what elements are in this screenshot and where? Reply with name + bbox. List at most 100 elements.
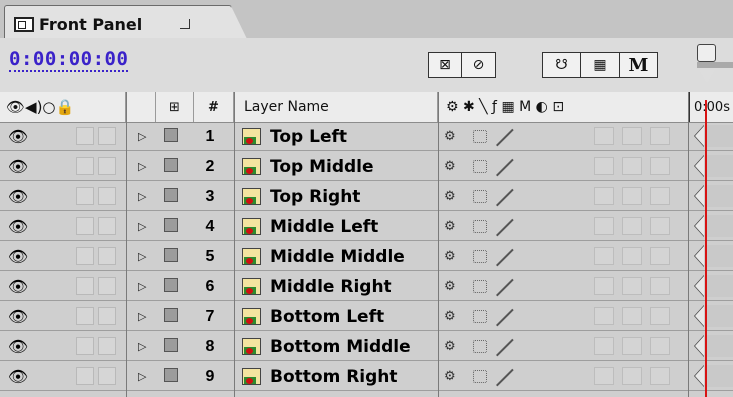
adjustment-switch[interactable] — [650, 367, 670, 385]
twirl-arrow-icon[interactable]: ▷ — [138, 123, 152, 150]
audio-switch[interactable] — [76, 217, 94, 235]
motion-blur-switch[interactable] — [622, 127, 642, 145]
shy-switch-icon[interactable]: ⚙ — [444, 333, 456, 360]
layer-row[interactable]: 👁 ▷ 7 Bottom Left ⚙ — [0, 303, 733, 331]
twirl-arrow-icon[interactable]: ▷ — [138, 363, 152, 390]
audio-switch[interactable] — [76, 367, 94, 385]
layer-name[interactable]: Top Right — [270, 183, 438, 210]
lock-switch[interactable] — [98, 187, 116, 205]
collapse-switch[interactable] — [473, 190, 487, 203]
layer-name[interactable]: Bottom Middle — [270, 333, 438, 360]
adjustment-switch[interactable] — [650, 277, 670, 295]
eye-icon[interactable]: 👁 — [8, 273, 28, 300]
motion-blur-switch[interactable] — [622, 337, 642, 355]
frame-blend-switch[interactable] — [594, 217, 614, 235]
motion-blur-button[interactable]: M — [620, 52, 658, 78]
layer-row[interactable]: 👁 ▷ 6 Middle Right ⚙ — [0, 273, 733, 301]
label-header[interactable] — [126, 92, 156, 122]
lock-switch[interactable] — [98, 157, 116, 175]
adjustment-switch[interactable] — [650, 307, 670, 325]
motion-blur-switch[interactable] — [622, 247, 642, 265]
lock-switch[interactable] — [98, 247, 116, 265]
shy-switch-icon[interactable]: ⚙ — [444, 183, 456, 210]
collapse-switch[interactable] — [473, 220, 487, 233]
frame-blend-switch[interactable] — [594, 187, 614, 205]
quality-switch-icon[interactable] — [493, 307, 517, 326]
shy-switch-icon[interactable]: ⚙ — [444, 303, 456, 330]
eye-icon[interactable]: 👁 — [8, 303, 28, 330]
frame-blend-switch[interactable] — [594, 157, 614, 175]
shy-switch-icon[interactable]: ⚙ — [444, 153, 456, 180]
layer-row[interactable]: 👁 ▷ 8 Bottom Middle ⚙ — [0, 333, 733, 361]
audio-switch[interactable] — [76, 157, 94, 175]
adjustment-switch[interactable] — [650, 157, 670, 175]
eye-icon[interactable]: 👁 — [8, 183, 28, 210]
live-update-button[interactable]: ⊠ — [428, 52, 462, 78]
label-color-swatch[interactable] — [164, 158, 178, 172]
layer-in-point-handle[interactable] — [690, 275, 710, 297]
motion-blur-switch[interactable] — [622, 187, 642, 205]
audio-switch[interactable] — [76, 247, 94, 265]
lock-switch[interactable] — [98, 337, 116, 355]
label-color-swatch[interactable] — [164, 308, 178, 322]
time-navigator-start-handle[interactable] — [697, 44, 733, 92]
layer-name[interactable]: Top Left — [270, 123, 438, 150]
layer-row[interactable]: 👁 ▷ 9 Bottom Right ⚙ — [0, 363, 733, 391]
label-color-swatch[interactable] — [164, 218, 178, 232]
twirl-arrow-icon[interactable]: ▷ — [138, 213, 152, 240]
tab-menu-icon[interactable] — [180, 19, 190, 29]
frame-blend-switch[interactable] — [594, 307, 614, 325]
parent-header[interactable]: ⊞ — [156, 92, 194, 122]
twirl-arrow-icon[interactable]: ▷ — [138, 333, 152, 360]
audio-switch[interactable] — [76, 127, 94, 145]
motion-blur-switch[interactable] — [622, 277, 642, 295]
frame-blend-switch[interactable] — [594, 337, 614, 355]
shy-switch-icon[interactable]: ⚙ — [444, 363, 456, 390]
eye-icon[interactable]: 👁 — [8, 333, 28, 360]
current-time-display[interactable]: 0:00:00:00 — [9, 48, 129, 72]
layer-name[interactable]: Middle Left — [270, 213, 438, 240]
motion-blur-switch[interactable] — [622, 307, 642, 325]
layer-name[interactable]: Middle Right — [270, 273, 438, 300]
quality-switch-icon[interactable] — [493, 187, 517, 206]
eye-icon[interactable]: 👁 — [8, 243, 28, 270]
layer-name-header[interactable]: Layer Name — [234, 92, 438, 122]
shy-layers-button[interactable]: ☋ — [542, 52, 581, 78]
adjustment-switch[interactable] — [650, 337, 670, 355]
twirl-arrow-icon[interactable]: ▷ — [138, 183, 152, 210]
frame-blend-switch[interactable] — [594, 277, 614, 295]
quality-switch-icon[interactable] — [493, 337, 517, 356]
lock-switch[interactable] — [98, 217, 116, 235]
layer-row[interactable]: 👁 ▷ 5 Middle Middle ⚙ — [0, 243, 733, 271]
quality-switch-icon[interactable] — [493, 217, 517, 236]
time-ruler[interactable]: 0:00s — [688, 92, 733, 122]
frame-blend-switch[interactable] — [594, 127, 614, 145]
layer-in-point-handle[interactable] — [690, 335, 710, 357]
collapse-switch[interactable] — [473, 370, 487, 383]
audio-switch[interactable] — [76, 187, 94, 205]
layer-row[interactable]: 👁 ▷ 2 Top Middle ⚙ — [0, 153, 733, 181]
adjustment-switch[interactable] — [650, 247, 670, 265]
layer-in-point-handle[interactable] — [690, 215, 710, 237]
label-color-swatch[interactable] — [164, 248, 178, 262]
twirl-arrow-icon[interactable]: ▷ — [138, 243, 152, 270]
audio-switch[interactable] — [76, 337, 94, 355]
adjustment-switch[interactable] — [650, 187, 670, 205]
shy-switch-icon[interactable]: ⚙ — [444, 243, 456, 270]
quality-switch-icon[interactable] — [493, 157, 517, 176]
draft-3d-button[interactable]: ⊘ — [462, 52, 496, 78]
layer-name[interactable]: Bottom Left — [270, 303, 438, 330]
label-color-swatch[interactable] — [164, 278, 178, 292]
motion-blur-switch[interactable] — [622, 217, 642, 235]
collapse-switch[interactable] — [473, 250, 487, 263]
layer-row[interactable]: 👁 ▷ 1 Top Left ⚙ — [0, 123, 733, 151]
av-features-header[interactable]: 👁◀)○🔒 — [0, 92, 126, 122]
shy-switch-icon[interactable]: ⚙ — [444, 123, 456, 150]
collapse-switch[interactable] — [473, 130, 487, 143]
frame-blend-switch[interactable] — [594, 367, 614, 385]
layer-row[interactable]: 👁 ▷ 3 Top Right ⚙ — [0, 183, 733, 211]
quality-switch-icon[interactable] — [493, 127, 517, 146]
collapse-switch[interactable] — [473, 160, 487, 173]
audio-switch[interactable] — [76, 277, 94, 295]
number-header[interactable]: # — [194, 92, 234, 122]
